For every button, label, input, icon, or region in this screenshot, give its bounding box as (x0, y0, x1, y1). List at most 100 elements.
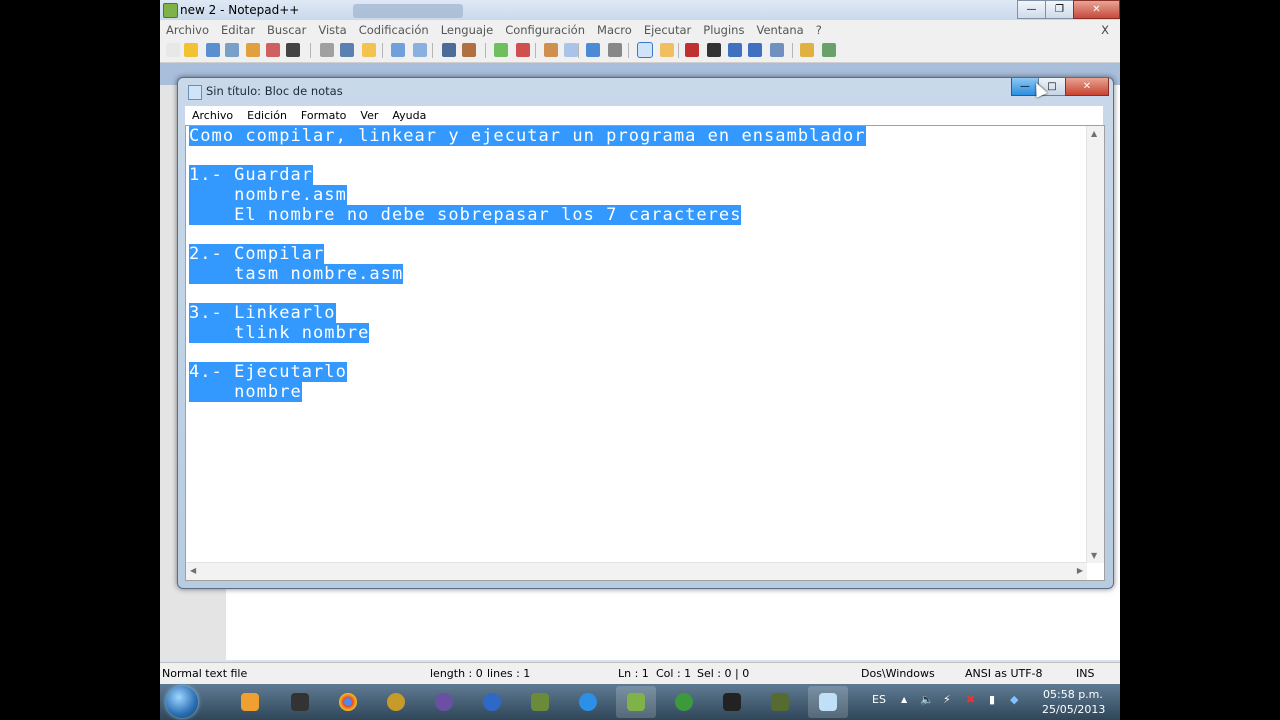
notepad-icon (188, 85, 202, 100)
toolbar-button[interactable] (770, 43, 784, 57)
notepad-text-area[interactable]: Como compilar, linkear y ejecutar un pro… (185, 125, 1105, 581)
tray-expand-icon[interactable]: ▲ (901, 695, 907, 704)
toolbar-button[interactable] (442, 43, 456, 57)
npp-close-button[interactable]: ✕ (1073, 0, 1120, 19)
npp-menu-item[interactable]: Macro (591, 23, 638, 37)
toolbar-button[interactable] (564, 43, 578, 57)
volume-icon[interactable]: 🔈 (920, 693, 934, 706)
text-line: 2.- Compilar (189, 244, 866, 265)
toolbar-button[interactable] (225, 43, 239, 57)
npp-menu-item[interactable]: Archivo (160, 23, 215, 37)
selected-text: 3.- Linkearlo (189, 303, 336, 324)
text-line: nombre (189, 381, 866, 403)
toolbar-button[interactable] (184, 43, 198, 57)
text-line (189, 285, 866, 305)
toolbar-separator (535, 43, 536, 58)
notepad-close-button[interactable]: ✕ (1065, 78, 1109, 96)
status-length: length : 0 (430, 667, 483, 680)
taskbar-network-app-button[interactable] (568, 686, 608, 718)
taskbar-chrome-button[interactable] (328, 686, 368, 718)
toolbar-button[interactable] (286, 43, 300, 57)
toolbar-button[interactable] (660, 43, 674, 57)
npp-menu-item[interactable]: Lenguaje (435, 23, 499, 37)
notepad-menu-item[interactable]: Archivo (185, 109, 240, 122)
npp-menu-item[interactable]: Vista (312, 23, 352, 37)
taskbar-terminal-button[interactable] (712, 686, 752, 718)
status-eol-format: Dos\Windows (861, 667, 935, 680)
npp-menu-item[interactable]: Codificación (353, 23, 435, 37)
taskbar-folder-button[interactable] (280, 686, 320, 718)
taskbar-notepadpp-button[interactable] (616, 686, 656, 718)
npp-minimize-button[interactable]: — (1017, 0, 1046, 19)
toolbar-button[interactable] (586, 43, 600, 57)
taskbar-recorder-button[interactable] (760, 686, 800, 718)
network-icon[interactable]: ✖ (966, 693, 975, 706)
clock-date[interactable]: 25/05/2013 (1042, 703, 1105, 716)
npp-menu-item[interactable]: Buscar (261, 23, 312, 37)
taskbar-warcraft-button[interactable] (376, 686, 416, 718)
taskbar-media-player-button[interactable] (230, 686, 270, 718)
toolbar-button[interactable] (362, 43, 376, 57)
scroll-left-arrow-icon[interactable]: ◀ (190, 566, 196, 575)
status-column: Col : 1 (656, 667, 692, 680)
notepad-menu-item[interactable]: Edición (240, 109, 294, 122)
language-indicator[interactable]: ES (872, 693, 886, 706)
toolbar-button[interactable] (462, 43, 476, 57)
toolbar-button[interactable] (391, 43, 405, 57)
power-icon[interactable]: ⚡ (943, 693, 951, 706)
toolbar-button[interactable] (413, 43, 427, 57)
toolbar-button[interactable] (707, 43, 721, 57)
notepad-menu-item[interactable]: Ayuda (385, 109, 433, 122)
toolbar-button[interactable] (516, 43, 530, 57)
toolbar-button[interactable] (494, 43, 508, 57)
text-line: nombre.asm (189, 185, 866, 206)
toolbar-button[interactable] (166, 43, 180, 57)
notepad-menu-item[interactable]: Ver (353, 109, 385, 122)
toolbar-button[interactable] (340, 43, 354, 57)
npp-menu-item[interactable]: ? (810, 23, 828, 37)
clock-time[interactable]: 05:58 p.m. (1043, 688, 1103, 701)
toolbar-button[interactable] (608, 43, 622, 57)
npp-menu-item[interactable]: Editar (215, 23, 261, 37)
notepad-window[interactable]: Sin título: Bloc de notas — □ ✕ Archivo E… (177, 77, 1114, 589)
toolbar-button[interactable] (822, 43, 836, 57)
notepad-menu-item[interactable]: Formato (294, 109, 354, 122)
npp-close-doc-button[interactable]: X (1095, 23, 1115, 37)
npp-menu-item[interactable]: Configuración (499, 23, 591, 37)
toolbar-separator (792, 43, 793, 58)
toolbar-separator (628, 43, 629, 58)
notepad-text[interactable]: Como compilar, linkear y ejecutar un pro… (189, 126, 866, 403)
toolbar-button[interactable] (266, 43, 280, 57)
toolbar-button[interactable] (320, 43, 334, 57)
scroll-down-arrow-icon[interactable]: ▼ (1091, 551, 1097, 560)
taskbar-notepad-button[interactable] (808, 686, 848, 718)
toolbar-button[interactable] (246, 43, 260, 57)
text-line: 4.- Ejecutarlo (189, 362, 866, 383)
signal-icon[interactable]: ▮ (989, 693, 995, 706)
npp-menu-item[interactable]: Ejecutar (638, 23, 697, 37)
toolbar-separator (678, 43, 679, 58)
npp-title-bar[interactable]: new 2 - Notepad++ — ❐ ✕ (160, 0, 1120, 20)
taskbar-camtasia-button[interactable] (664, 686, 704, 718)
scroll-up-arrow-icon[interactable]: ▲ (1091, 129, 1097, 138)
npp-maximize-button[interactable]: ❐ (1045, 0, 1074, 19)
toolbar-button[interactable] (748, 43, 762, 57)
toolbar-button[interactable] (206, 43, 220, 57)
toolbar-button[interactable] (685, 43, 699, 57)
taskbar-eclipse-button[interactable] (424, 686, 464, 718)
scroll-right-arrow-icon[interactable]: ▶ (1077, 566, 1083, 575)
horizontal-scrollbar[interactable]: ◀ ▶ (186, 562, 1087, 580)
desktop-screen: new 2 - Notepad++ — ❐ ✕ Archivo Editar Bus… (160, 0, 1120, 720)
npp-menu-item[interactable]: Plugins (697, 23, 750, 37)
toolbar-button[interactable] (544, 43, 558, 57)
toolbar-separator (578, 43, 579, 58)
toolbar-button[interactable] (728, 43, 742, 57)
dropbox-icon[interactable]: ◆ (1010, 693, 1018, 706)
taskbar-minecraft-button[interactable] (520, 686, 560, 718)
toolbar-button[interactable] (637, 42, 653, 58)
start-orb-icon[interactable] (166, 686, 198, 718)
vertical-scrollbar[interactable]: ▲ ▼ (1086, 126, 1104, 563)
toolbar-button[interactable] (800, 43, 814, 57)
taskbar-infinity-button[interactable] (472, 686, 512, 718)
npp-menu-item[interactable]: Ventana (750, 23, 809, 37)
